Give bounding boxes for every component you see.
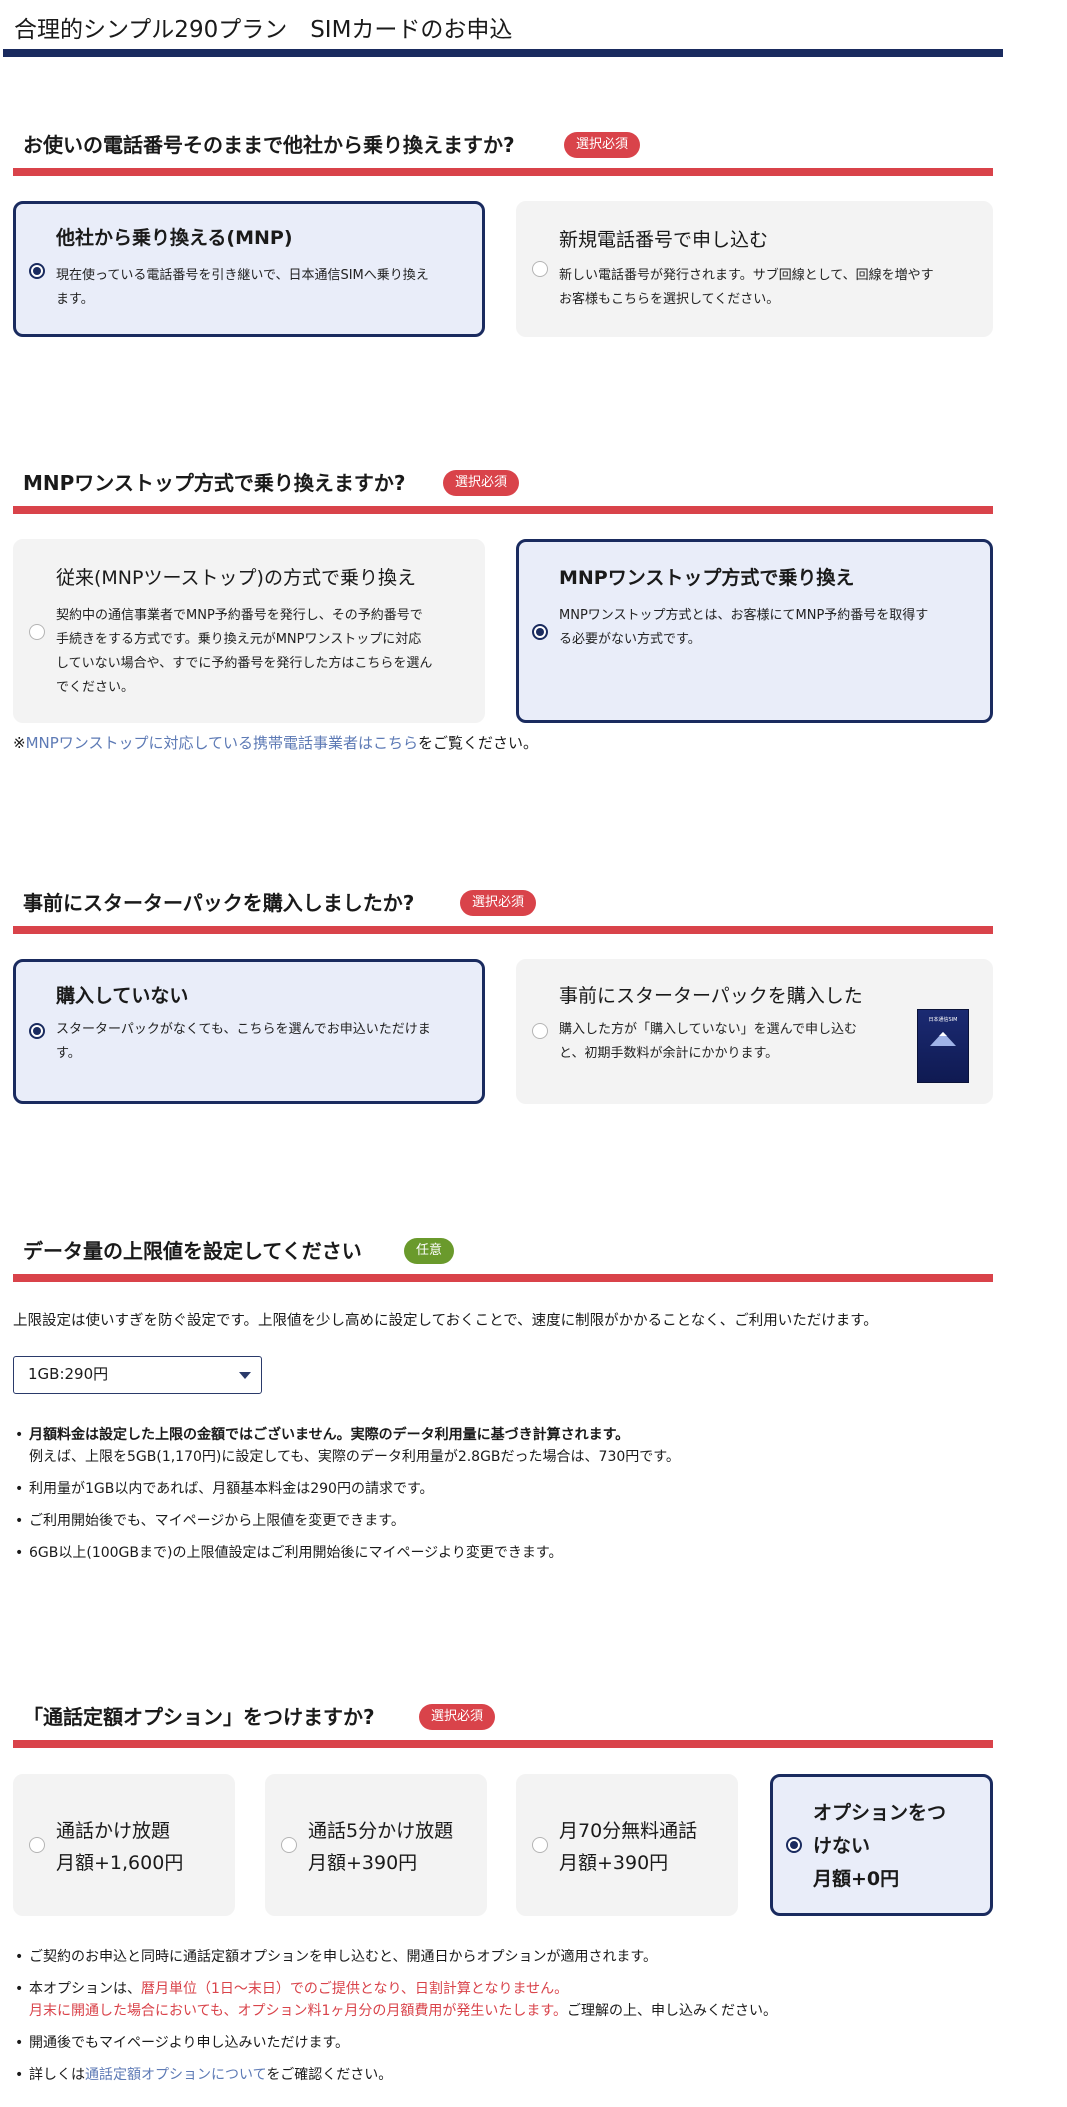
required-badge: 選択必須 <box>460 890 537 916</box>
required-badge: 選択必須 <box>419 1704 496 1730</box>
list-item: 月額料金は設定した上限の金額ではございません。実際のデータ利用量に基づき計算され… <box>13 1424 680 1468</box>
option-title: 購入していない <box>56 985 189 1007</box>
option-unlimited-calls[interactable]: 通話かけ放題 月額+1,600円 <box>13 1774 235 1916</box>
list-item: 6GB以上(100GBまで)の上限値設定はご利用開始後にマイページより変更できま… <box>13 1542 680 1564</box>
data-cap-intro: 上限設定は使いすぎを防ぐ設定です。上限値を少し高めに設定しておくことで、速度に制… <box>13 1313 878 1329</box>
section-call-option: 「通話定額オプション」をつけますか? 選択必須 <box>13 1702 993 1748</box>
section-title: 事前にスターターパックを購入しましたか? <box>23 891 415 915</box>
radio-button[interactable] <box>29 263 45 279</box>
section-header: 事前にスターターパックを購入しましたか? 選択必須 <box>13 888 993 934</box>
radio-button[interactable] <box>532 624 548 640</box>
option-description: 新しい電話番号が発行されます。サブ回線として、回線を増やす お客様もこちらを選択し… <box>559 268 934 307</box>
list-item: ご契約のお申込と同時に通話定額オプションを申し込むと、開通日からオプションが適用… <box>13 1946 777 1968</box>
section-header: データ量の上限値を設定してください 任意 <box>13 1236 993 1282</box>
option-new-number[interactable]: 新規電話番号で申し込む 新しい電話番号が発行されます。サブ回線として、回線を増や… <box>516 201 993 337</box>
call-option-notes: ご契約のお申込と同時に通話定額オプションを申し込むと、開通日からオプションが適用… <box>13 1946 777 2086</box>
option-no-call-option[interactable]: オプションをつ けない 月額+0円 <box>770 1774 993 1916</box>
option-one-stop[interactable]: MNPワンストップ方式で乗り換え MNPワンストップ方式とは、お客様にてMNP予… <box>516 539 993 723</box>
option-description: 契約中の通信事業者でMNP予約番号を発行し、その予約番号で 手続きをする方式です。… <box>56 608 433 695</box>
section-title: 「通話定額オプション」をつけますか? <box>23 1705 375 1729</box>
onestop-note: ※MNPワンストップに対応している携帯電話事業者はこちらをご覧ください。 <box>13 734 539 752</box>
option-purchased[interactable]: 事前にスターターパックを購入した 購入した方が「購入していない」を選んで申し込む… <box>516 959 993 1104</box>
section-header: 「通話定額オプション」をつけますか? 選択必須 <box>13 1702 993 1748</box>
option-description: 購入した方が「購入していない」を選んで申し込む と、初期手数料が余計にかかります。 <box>559 1022 857 1061</box>
section-onestop: MNPワンストップ方式で乗り換えますか? 選択必須 <box>13 468 993 514</box>
section-mnp-choice: お使いの電話番号そのままで他社から乗り換えますか? 選択必須 <box>13 130 993 176</box>
radio-button[interactable] <box>532 1023 548 1039</box>
data-cap-notes: 月額料金は設定した上限の金額ではございません。実際のデータ利用量に基づき計算され… <box>13 1424 680 1564</box>
radio-button[interactable] <box>281 1837 297 1853</box>
option-description: スターターパックがなくても、こちらを選んでお申込いただけま す。 <box>56 1022 431 1061</box>
section-data-cap: データ量の上限値を設定してください 任意 <box>13 1236 993 1282</box>
option-description: MNPワンストップ方式とは、お客様にてMNP予約番号を取得す る必要がない方式です… <box>559 608 929 647</box>
option-two-stop[interactable]: 従来(MNPツーストップ)の方式で乗り換え 契約中の通信事業者でMNP予約番号を… <box>13 539 485 723</box>
mountain-graphic <box>930 1032 956 1046</box>
call-option-info-link[interactable]: 通話定額オプションについて <box>85 2067 266 2083</box>
chevron-down-icon <box>239 1372 251 1379</box>
radio-button[interactable] <box>29 624 45 640</box>
radio-button[interactable] <box>532 1837 548 1853</box>
section-title: MNPワンストップ方式で乗り換えますか? <box>23 471 406 495</box>
radio-button[interactable] <box>532 261 548 277</box>
option-70min-calls[interactable]: 月70分無料通話 月額+390円 <box>516 1774 738 1916</box>
required-badge: 選択必須 <box>564 132 641 158</box>
option-title: 通話かけ放題 月額+1,600円 <box>56 1820 184 1874</box>
section-title: データ量の上限値を設定してください <box>23 1239 362 1263</box>
list-item: 開通後でもマイページより申し込みいただけます。 <box>13 2032 777 2054</box>
radio-button[interactable] <box>29 1023 45 1039</box>
option-mnp-transfer[interactable]: 他社から乗り換える(MNP) 現在使っている電話番号を引き継いで、日本通信SIM… <box>13 201 485 337</box>
list-item: 本オプションは、暦月単位（1日〜末日）でのご提供となり、日割計算となりません。 … <box>13 1978 777 2022</box>
select-value: 1GB:290円 <box>28 1365 109 1383</box>
title-underline <box>3 49 1003 57</box>
list-item: ご利用開始後でも、マイページから上限値を変更できます。 <box>13 1510 680 1532</box>
option-5min-calls[interactable]: 通話5分かけ放題 月額+390円 <box>265 1774 487 1916</box>
option-title: 新規電話番号で申し込む <box>559 229 769 251</box>
section-starter-pack: 事前にスターターパックを購入しましたか? 選択必須 <box>13 888 993 934</box>
section-title: お使いの電話番号そのままで他社から乗り換えますか? <box>23 133 515 157</box>
option-title: 事前にスターターパックを購入した <box>559 985 863 1007</box>
required-badge: 選択必須 <box>443 470 520 496</box>
radio-button[interactable] <box>786 1837 802 1853</box>
option-title: MNPワンストップ方式で乗り換え <box>559 567 855 589</box>
optional-badge: 任意 <box>404 1238 455 1264</box>
list-item: 利用量が1GB以内であれば、月額基本料金は290円の請求です。 <box>13 1478 680 1500</box>
section-header: MNPワンストップ方式で乗り換えますか? 選択必須 <box>13 468 993 514</box>
onestop-carriers-link[interactable]: MNPワンストップに対応している携帯電話事業者はこちら <box>26 734 418 752</box>
option-title: 従来(MNPツーストップ)の方式で乗り換え <box>56 567 416 589</box>
data-cap-select[interactable]: 1GB:290円 <box>13 1356 262 1394</box>
option-title: 他社から乗り換える(MNP) <box>56 227 293 249</box>
option-not-purchased[interactable]: 購入していない スターターパックがなくても、こちらを選んでお申込いただけま す。 <box>13 959 485 1104</box>
option-description: 現在使っている電話番号を引き継いで、日本通信SIMへ乗り換え ます。 <box>56 268 429 307</box>
page-title: 合理的シンプル290プラン SIMカードのお申込 <box>14 17 513 43</box>
option-title: 月70分無料通話 月額+390円 <box>559 1820 698 1874</box>
list-item: 詳しくは通話定額オプションについてをご確認ください。 <box>13 2064 777 2086</box>
section-header: お使いの電話番号そのままで他社から乗り換えますか? 選択必須 <box>13 130 993 176</box>
option-title: 通話5分かけ放題 月額+390円 <box>308 1820 454 1874</box>
option-title: オプションをつ けない 月額+0円 <box>813 1802 947 1890</box>
starter-pack-image: 日本通信SIM <box>917 1009 969 1083</box>
radio-button[interactable] <box>29 1837 45 1853</box>
